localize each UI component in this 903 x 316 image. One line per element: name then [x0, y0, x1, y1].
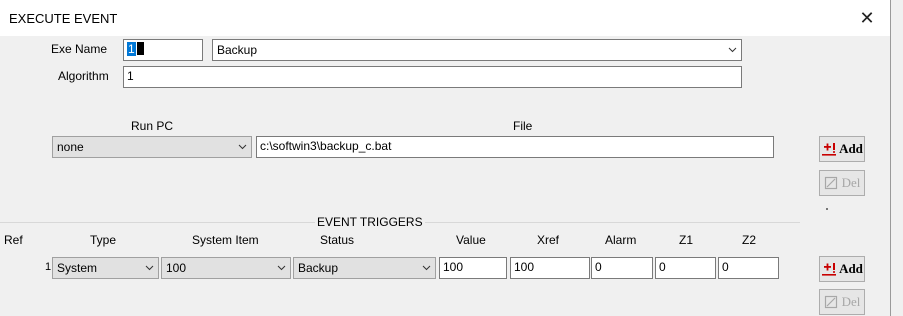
add-icon — [822, 143, 837, 156]
event-triggers-title: EVENT TRIGGERS — [315, 215, 425, 229]
col-type: Type — [90, 233, 117, 247]
system-item-select[interactable]: 100 — [161, 257, 291, 279]
alarm-field[interactable]: 0 — [591, 257, 653, 279]
chevron-down-icon — [238, 144, 247, 150]
col-ref: Ref — [4, 233, 23, 247]
add-icon — [822, 263, 837, 276]
row-ref: 1 — [45, 261, 52, 273]
run-pc-select[interactable]: none — [52, 136, 252, 158]
chevron-down-icon — [422, 265, 431, 271]
z1-field[interactable]: 0 — [655, 257, 716, 279]
col-alarm: Alarm — [605, 233, 637, 247]
delete-trigger-button[interactable]: Del — [819, 289, 865, 315]
chevron-down-icon — [277, 265, 286, 271]
col-status: Status — [320, 233, 355, 247]
file-label: File — [513, 119, 533, 133]
exe-name-field[interactable]: 1 — [123, 39, 203, 61]
separator-dot — [826, 208, 828, 210]
dialog-body: Exe Name 1 Backup Algorithm 1 Run PC Fil… — [0, 36, 891, 316]
run-pc-label: Run PC — [131, 119, 174, 133]
value-field[interactable]: 100 — [439, 257, 507, 279]
add-action-button[interactable]: Add — [819, 136, 865, 162]
close-button[interactable]: ✕ — [844, 0, 890, 36]
chevron-down-icon — [145, 265, 154, 271]
text-caret — [136, 42, 144, 55]
exe-name-combo[interactable]: Backup — [212, 39, 742, 61]
col-z2: Z2 — [742, 233, 757, 247]
delete-action-button[interactable]: Del — [819, 170, 865, 196]
col-system-item: System Item — [192, 233, 259, 247]
delete-icon — [824, 176, 837, 190]
close-icon: ✕ — [859, 7, 875, 28]
title-bar: EXECUTE EVENT ✕ — [0, 0, 891, 36]
delete-icon — [824, 295, 837, 309]
z2-field[interactable]: 0 — [718, 257, 779, 279]
col-z1: Z1 — [679, 233, 694, 247]
window-title: EXECUTE EVENT — [9, 11, 118, 26]
add-trigger-button[interactable]: Add — [819, 256, 865, 282]
xref-field[interactable]: 100 — [510, 257, 590, 279]
file-path-field[interactable]: c:\softwin3\backup_c.bat — [256, 136, 774, 158]
exe-name-label: Exe Name — [51, 42, 108, 56]
status-select[interactable]: Backup — [293, 257, 436, 279]
algorithm-field[interactable]: 1 — [123, 66, 742, 88]
trigger-type-select[interactable]: System — [52, 257, 159, 279]
col-xref: Xref — [537, 233, 560, 247]
col-value: Value — [456, 233, 486, 247]
chevron-down-icon — [728, 47, 737, 53]
algorithm-label: Algorithm — [58, 69, 109, 83]
